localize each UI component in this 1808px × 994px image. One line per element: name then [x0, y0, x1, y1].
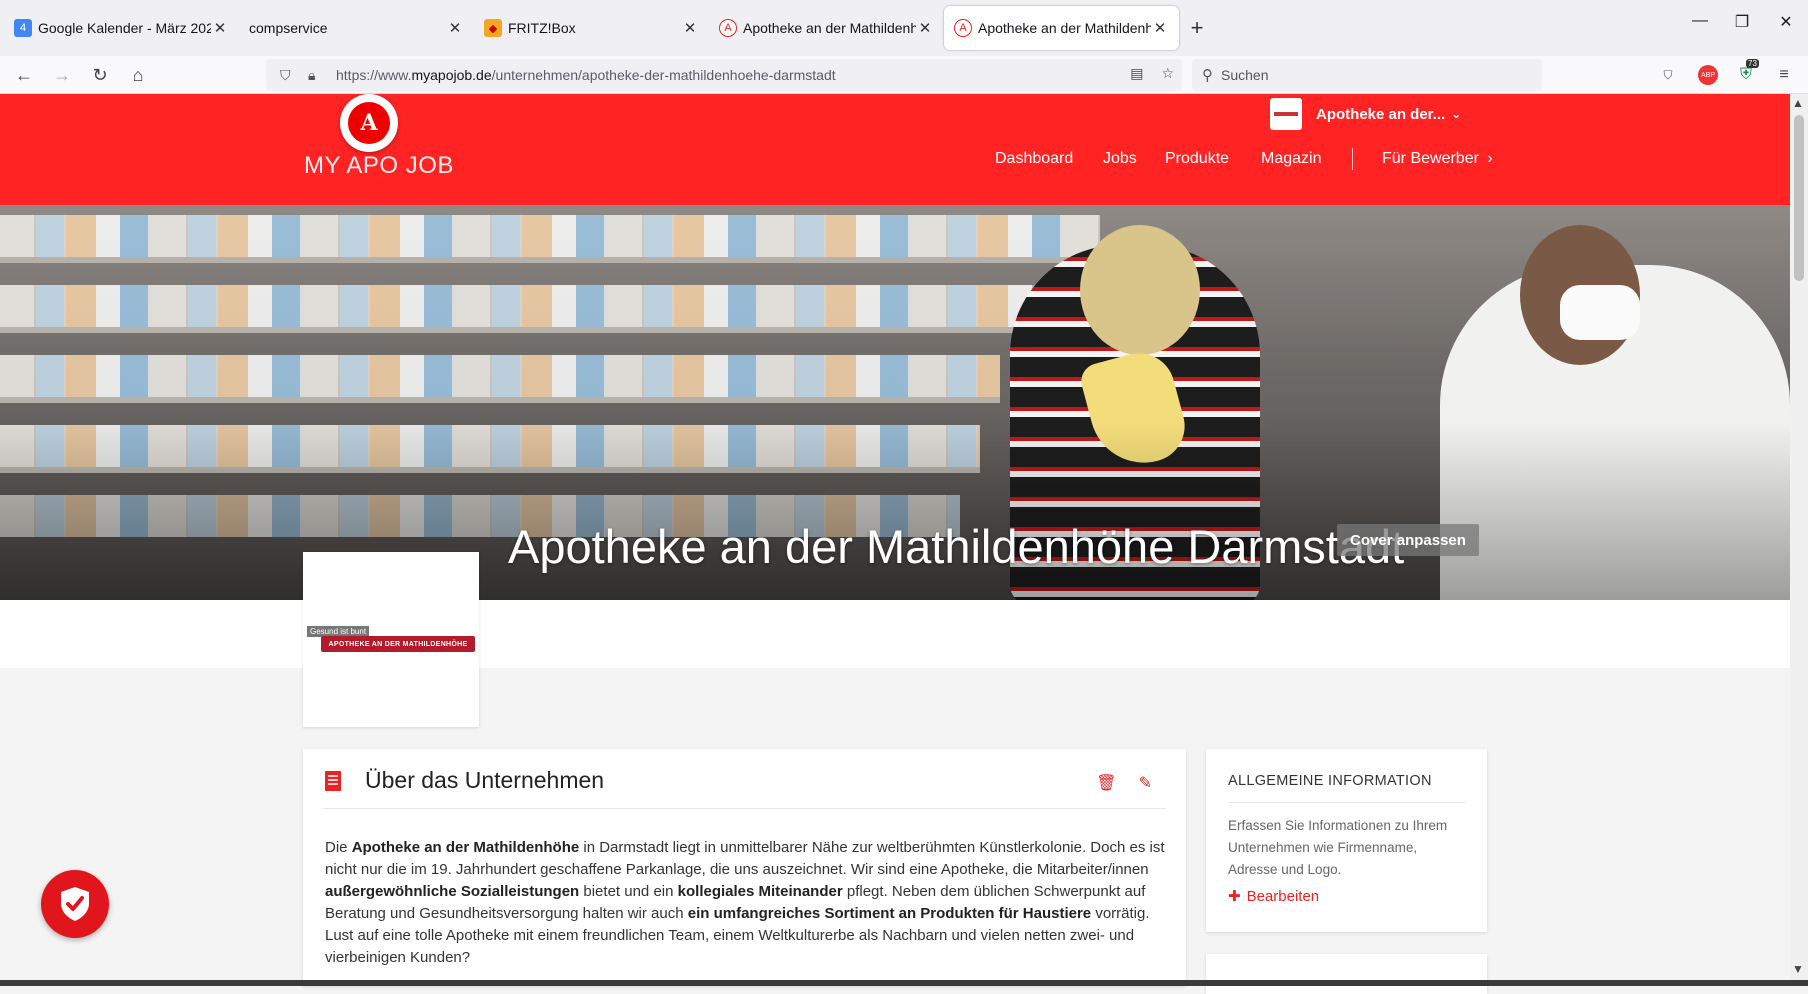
browser-nav-bar: ← → ↻ ⌂ ⛉ 🔒︎ https://www. myapojob.de/unt…: [0, 56, 1808, 94]
cover-adjust-button[interactable]: Cover anpassen: [1337, 524, 1479, 556]
main-nav: Dashboard Jobs Produkte Magazin Für Bewe…: [0, 148, 1790, 180]
about-text: Die Apotheke an der Mathildenhöhe in Dar…: [325, 837, 1170, 969]
fritzbox-icon: ◆: [484, 19, 502, 37]
pocket-icon[interactable]: ⛉: [1658, 65, 1678, 85]
calendar-icon: 4: [14, 19, 32, 37]
extension-shield-icon[interactable]: ⛨ 73: [1736, 59, 1759, 85]
site-header: A MY APO JOB Apotheke an der... ⌄ Dashbo…: [0, 94, 1790, 205]
info-title: ALLGEMEINE INFORMATION: [1228, 773, 1432, 789]
info-text: Erfassen Sie Informationen zu Ihrem Unte…: [1228, 818, 1448, 877]
about-text-part: vorrätig.: [1091, 905, 1150, 922]
browser-tab-bar: 4 Google Kalender - März 2022 ✕ compserv…: [0, 0, 1808, 56]
close-window-icon[interactable]: ✕: [1764, 12, 1808, 32]
url-path: /unternehmen/apotheke-der-mathildenhoehe…: [491, 67, 836, 83]
company-logo[interactable]: Gesund ist bunt APOTHEKE AN DER MATHILDE…: [303, 552, 479, 727]
close-icon[interactable]: ✕: [916, 19, 934, 37]
company-switcher-label: Apotheke an der...: [1316, 105, 1446, 123]
restore-icon[interactable]: ❐: [1720, 12, 1764, 32]
back-icon[interactable]: ←: [12, 63, 36, 87]
company-logo-thumb: [1270, 98, 1302, 130]
trash-icon[interactable]: 🗑︎: [1096, 773, 1116, 793]
search-icon: ⚲: [1202, 67, 1213, 84]
url-host: myapojob.de: [411, 67, 492, 83]
edit-info-link[interactable]: ✚ Bearbeiten: [1228, 887, 1319, 905]
scroll-down-icon[interactable]: ▼: [1792, 962, 1804, 976]
tab-title: Apotheke an der Mathildenhöhe: [743, 20, 916, 36]
bookmark-star-icon[interactable]: ☆: [1161, 65, 1174, 82]
nav-dashboard[interactable]: Dashboard: [995, 150, 1073, 168]
about-text-part: Lust auf eine tolle Apotheke mit einem f…: [325, 927, 1135, 966]
nav-produkte[interactable]: Produkte: [1165, 150, 1229, 168]
search-placeholder: Suchen: [1221, 67, 1269, 83]
close-icon[interactable]: ✕: [446, 19, 464, 37]
reader-view-icon[interactable]: ▤: [1130, 65, 1143, 82]
shield-check-icon: [61, 887, 89, 921]
about-text-bold: Apotheke an der Mathildenhöhe: [351, 839, 580, 856]
adblock-icon[interactable]: ABP: [1698, 65, 1718, 85]
tab-apotheke-1[interactable]: A Apotheke an der Mathildenhöhe ✕: [709, 6, 944, 50]
secondary-card: [1206, 954, 1487, 994]
url-bar[interactable]: ⛉ 🔒︎ https://www. myapojob.de/unternehmen…: [266, 59, 1182, 91]
building-icon: [325, 771, 341, 791]
apotheke-a-icon: A: [348, 102, 390, 144]
url-actions: ▤ ☆: [1130, 65, 1174, 82]
scroll-thumb[interactable]: [1794, 115, 1804, 281]
url-prefix: https://www.: [336, 67, 412, 83]
logo-name-bar: APOTHEKE AN DER MATHILDENHÖHE: [321, 636, 475, 652]
general-info-card: ALLGEMEINE INFORMATION Erfassen Sie Info…: [1206, 749, 1487, 932]
tab-google-calendar[interactable]: 4 Google Kalender - März 2022 ✕: [4, 6, 239, 50]
minimize-icon[interactable]: —: [1678, 12, 1722, 30]
about-actions: 🗑︎ ✎: [1096, 773, 1152, 793]
plus-icon: ✚: [1228, 888, 1241, 905]
edit-info-label: Bearbeiten: [1246, 888, 1320, 905]
about-company-card: Über das Unternehmen 🗑︎ ✎ Die Apotheke a…: [303, 749, 1186, 986]
chevron-right-icon: ›: [1487, 150, 1493, 167]
nav-divider: [1352, 148, 1353, 170]
taskbar-strip: [0, 980, 1808, 986]
site-logo[interactable]: A: [340, 94, 398, 152]
new-tab-button[interactable]: +: [1179, 6, 1215, 50]
tab-fritzbox[interactable]: ◆ FRITZ!Box ✕: [474, 6, 709, 50]
tab-title: Apotheke an der Mathildenhöhe: [978, 20, 1151, 36]
nav-jobs[interactable]: Jobs: [1103, 150, 1137, 168]
chevron-down-icon: ⌄: [1451, 107, 1462, 121]
about-text-part: Die: [325, 839, 352, 856]
privacy-shield-button[interactable]: [41, 870, 109, 938]
apo-icon: A: [954, 19, 972, 37]
lock-icon[interactable]: 🔒︎: [308, 67, 326, 84]
shield-outline-icon[interactable]: ⛉: [280, 67, 298, 84]
tab-title: compservice: [249, 20, 328, 36]
tab-title: FRITZ!Box: [508, 20, 576, 36]
tab-compservice[interactable]: compservice ✕: [239, 6, 474, 50]
tab-title: Google Kalender - März 2022: [38, 20, 211, 36]
close-icon[interactable]: ✕: [681, 19, 699, 37]
nav-magazin[interactable]: Magazin: [1261, 150, 1321, 168]
about-text-bold: außergewöhnliche Sozialleistungen: [325, 883, 580, 900]
close-icon[interactable]: ✕: [211, 19, 229, 37]
company-title: Apotheke an der Mathildenhöhe Darmstadt: [508, 520, 1405, 573]
tab-apotheke-2[interactable]: A Apotheke an der Mathildenhöhe ✕: [944, 6, 1179, 50]
about-header: Über das Unternehmen 🗑︎ ✎: [323, 767, 1166, 809]
menu-icon[interactable]: ≡: [1774, 65, 1794, 85]
reload-icon[interactable]: ↻: [88, 63, 112, 87]
about-text-bold: ein umfangreiches Sortiment an Produkten…: [687, 905, 1092, 922]
cover-image: Apotheke an der Mathildenhöhe Darmstadt …: [0, 205, 1790, 600]
pencil-icon[interactable]: ✎: [1139, 773, 1152, 793]
home-icon[interactable]: ⌂: [126, 63, 150, 87]
company-switcher[interactable]: Apotheke an der... ⌄: [1270, 98, 1461, 130]
about-title: Über das Unternehmen: [365, 767, 605, 793]
divider: [1228, 802, 1465, 803]
extension-badge: 73: [1746, 59, 1759, 68]
profile-band: [0, 600, 1790, 668]
search-bar[interactable]: ⚲ Suchen: [1192, 59, 1542, 91]
close-icon[interactable]: ✕: [1151, 19, 1169, 37]
about-text-bold: kollegiales Miteinander: [677, 883, 843, 900]
apo-icon: A: [719, 19, 737, 37]
nav-fuer-bewerber-label: Für Bewerber: [1382, 150, 1479, 167]
about-text-part: bietet und ein: [579, 883, 678, 900]
scroll-up-icon[interactable]: ▲: [1792, 96, 1804, 110]
nav-fuer-bewerber[interactable]: Für Bewerber ›: [1382, 150, 1493, 168]
forward-icon[interactable]: →: [50, 63, 74, 87]
